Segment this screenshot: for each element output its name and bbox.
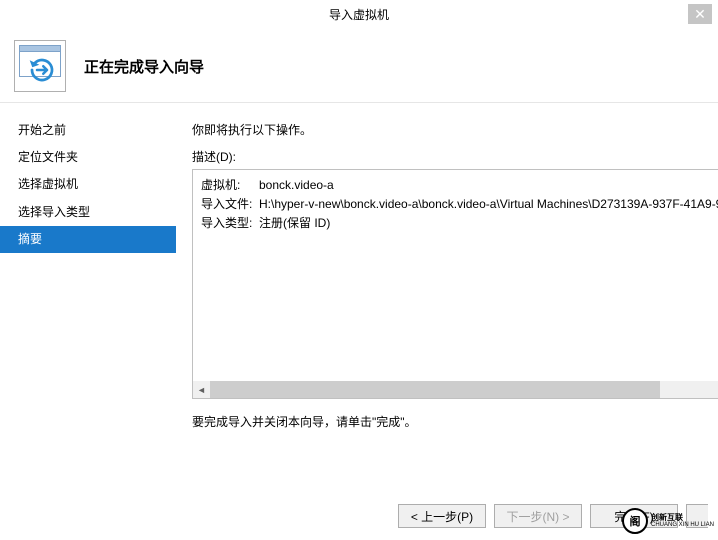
scroll-track[interactable] [210, 381, 718, 398]
wizard-icon [14, 40, 66, 92]
table-row: 导入类型: 注册(保留 ID) [201, 214, 718, 233]
titlebar: 导入虚拟机 ✕ [0, 0, 718, 30]
row-label-vm: 虚拟机: [201, 176, 259, 195]
window-title: 导入虚拟机 [329, 6, 389, 23]
close-button[interactable]: ✕ [688, 4, 712, 24]
scroll-left-button[interactable]: ◄ [193, 381, 210, 398]
table-row: 虚拟机: bonck.video-a [201, 176, 718, 195]
close-icon: ✕ [694, 7, 706, 21]
table-row: 导入文件: H:\hyper-v-new\bonck.video-a\bonck… [201, 195, 718, 214]
wizard-header: 正在完成导入向导 [0, 30, 718, 103]
sidebar-item-import-type[interactable]: 选择导入类型 [0, 199, 176, 226]
import-arrow-icon [27, 55, 57, 85]
description-label: 描述(D): [192, 148, 718, 165]
content-area: 开始之前 定位文件夹 选择虚拟机 选择导入类型 摘要 你即将执行以下操作。 描述… [0, 103, 718, 483]
sidebar-item-before-begin[interactable]: 开始之前 [0, 117, 176, 144]
sidebar-item-locate-folder[interactable]: 定位文件夹 [0, 144, 176, 171]
wizard-steps-sidebar: 开始之前 定位文件夹 选择虚拟机 选择导入类型 摘要 [0, 103, 176, 483]
intro-text: 你即将执行以下操作。 [192, 121, 718, 138]
footnote-text: 要完成导入并关闭本向导，请单击"完成"。 [192, 413, 718, 430]
row-value-file: H:\hyper-v-new\bonck.video-a\bonck.video… [259, 195, 718, 214]
wizard-title: 正在完成导入向导 [84, 56, 204, 77]
row-label-file: 导入文件: [201, 195, 259, 214]
watermark-logo-icon: 阁 [622, 508, 648, 534]
next-button: 下一步(N) > [494, 504, 582, 528]
main-panel: 你即将执行以下操作。 描述(D): 虚拟机: bonck.video-a 导入文… [176, 103, 718, 483]
summary-content: 虚拟机: bonck.video-a 导入文件: H:\hyper-v-new\… [193, 170, 718, 240]
chevron-left-icon: ◄ [197, 385, 206, 395]
sidebar-item-summary[interactable]: 摘要 [0, 226, 176, 253]
previous-button[interactable]: < 上一步(P) [398, 504, 486, 528]
row-value-type: 注册(保留 ID) [259, 214, 330, 233]
horizontal-scrollbar[interactable]: ◄ ► [193, 381, 718, 398]
watermark: 阁 创新互联 CHUANG XIN HU LIAN [622, 508, 714, 534]
row-label-type: 导入类型: [201, 214, 259, 233]
watermark-name: 创新互联 [651, 514, 714, 523]
scroll-thumb[interactable] [210, 381, 660, 398]
row-value-vm: bonck.video-a [259, 176, 334, 195]
description-box: 虚拟机: bonck.video-a 导入文件: H:\hyper-v-new\… [192, 169, 718, 399]
sidebar-item-select-vm[interactable]: 选择虚拟机 [0, 171, 176, 198]
watermark-sub: CHUANG XIN HU LIAN [651, 522, 714, 528]
